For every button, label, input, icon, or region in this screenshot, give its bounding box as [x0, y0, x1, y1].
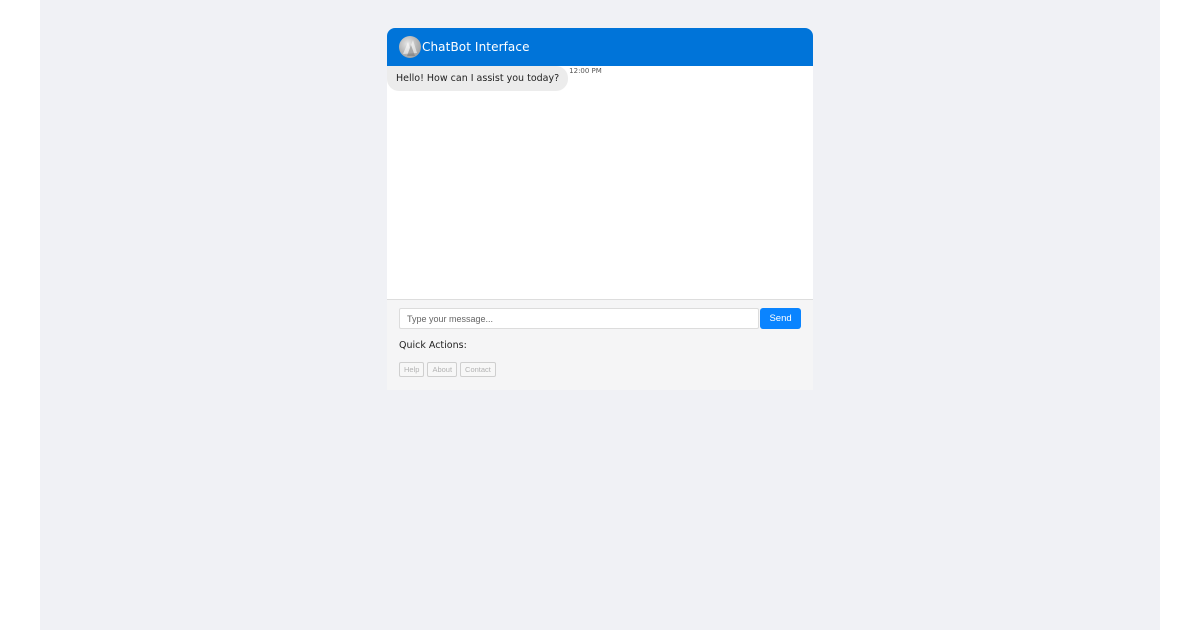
composer-area: Send Quick Actions: Help About Contact: [387, 299, 813, 390]
chat-window: ChatBot Interface Hello! How can I assis…: [387, 28, 813, 390]
message-list: Hello! How can I assist you today? 12:00…: [387, 66, 813, 299]
message-input[interactable]: [399, 308, 760, 329]
message-timestamp: 12:00 PM: [569, 67, 602, 75]
chat-title: ChatBot Interface: [422, 40, 530, 54]
quick-actions-label: Quick Actions:: [399, 340, 467, 351]
message-row: Hello! How can I assist you today? 12:00…: [387, 66, 602, 91]
quick-action-contact-button[interactable]: Contact: [460, 362, 496, 377]
page-background: ChatBot Interface Hello! How can I assis…: [40, 0, 1160, 630]
bot-message-bubble: Hello! How can I assist you today?: [387, 66, 569, 91]
quick-action-help-button[interactable]: Help: [399, 362, 425, 377]
quick-actions-row: Help About Contact: [399, 362, 801, 377]
bot-avatar-icon: [399, 36, 421, 58]
quick-action-about-button[interactable]: About: [427, 362, 458, 377]
chat-header: ChatBot Interface: [387, 28, 813, 66]
input-row: Send: [399, 308, 801, 329]
send-button[interactable]: Send: [760, 308, 801, 329]
